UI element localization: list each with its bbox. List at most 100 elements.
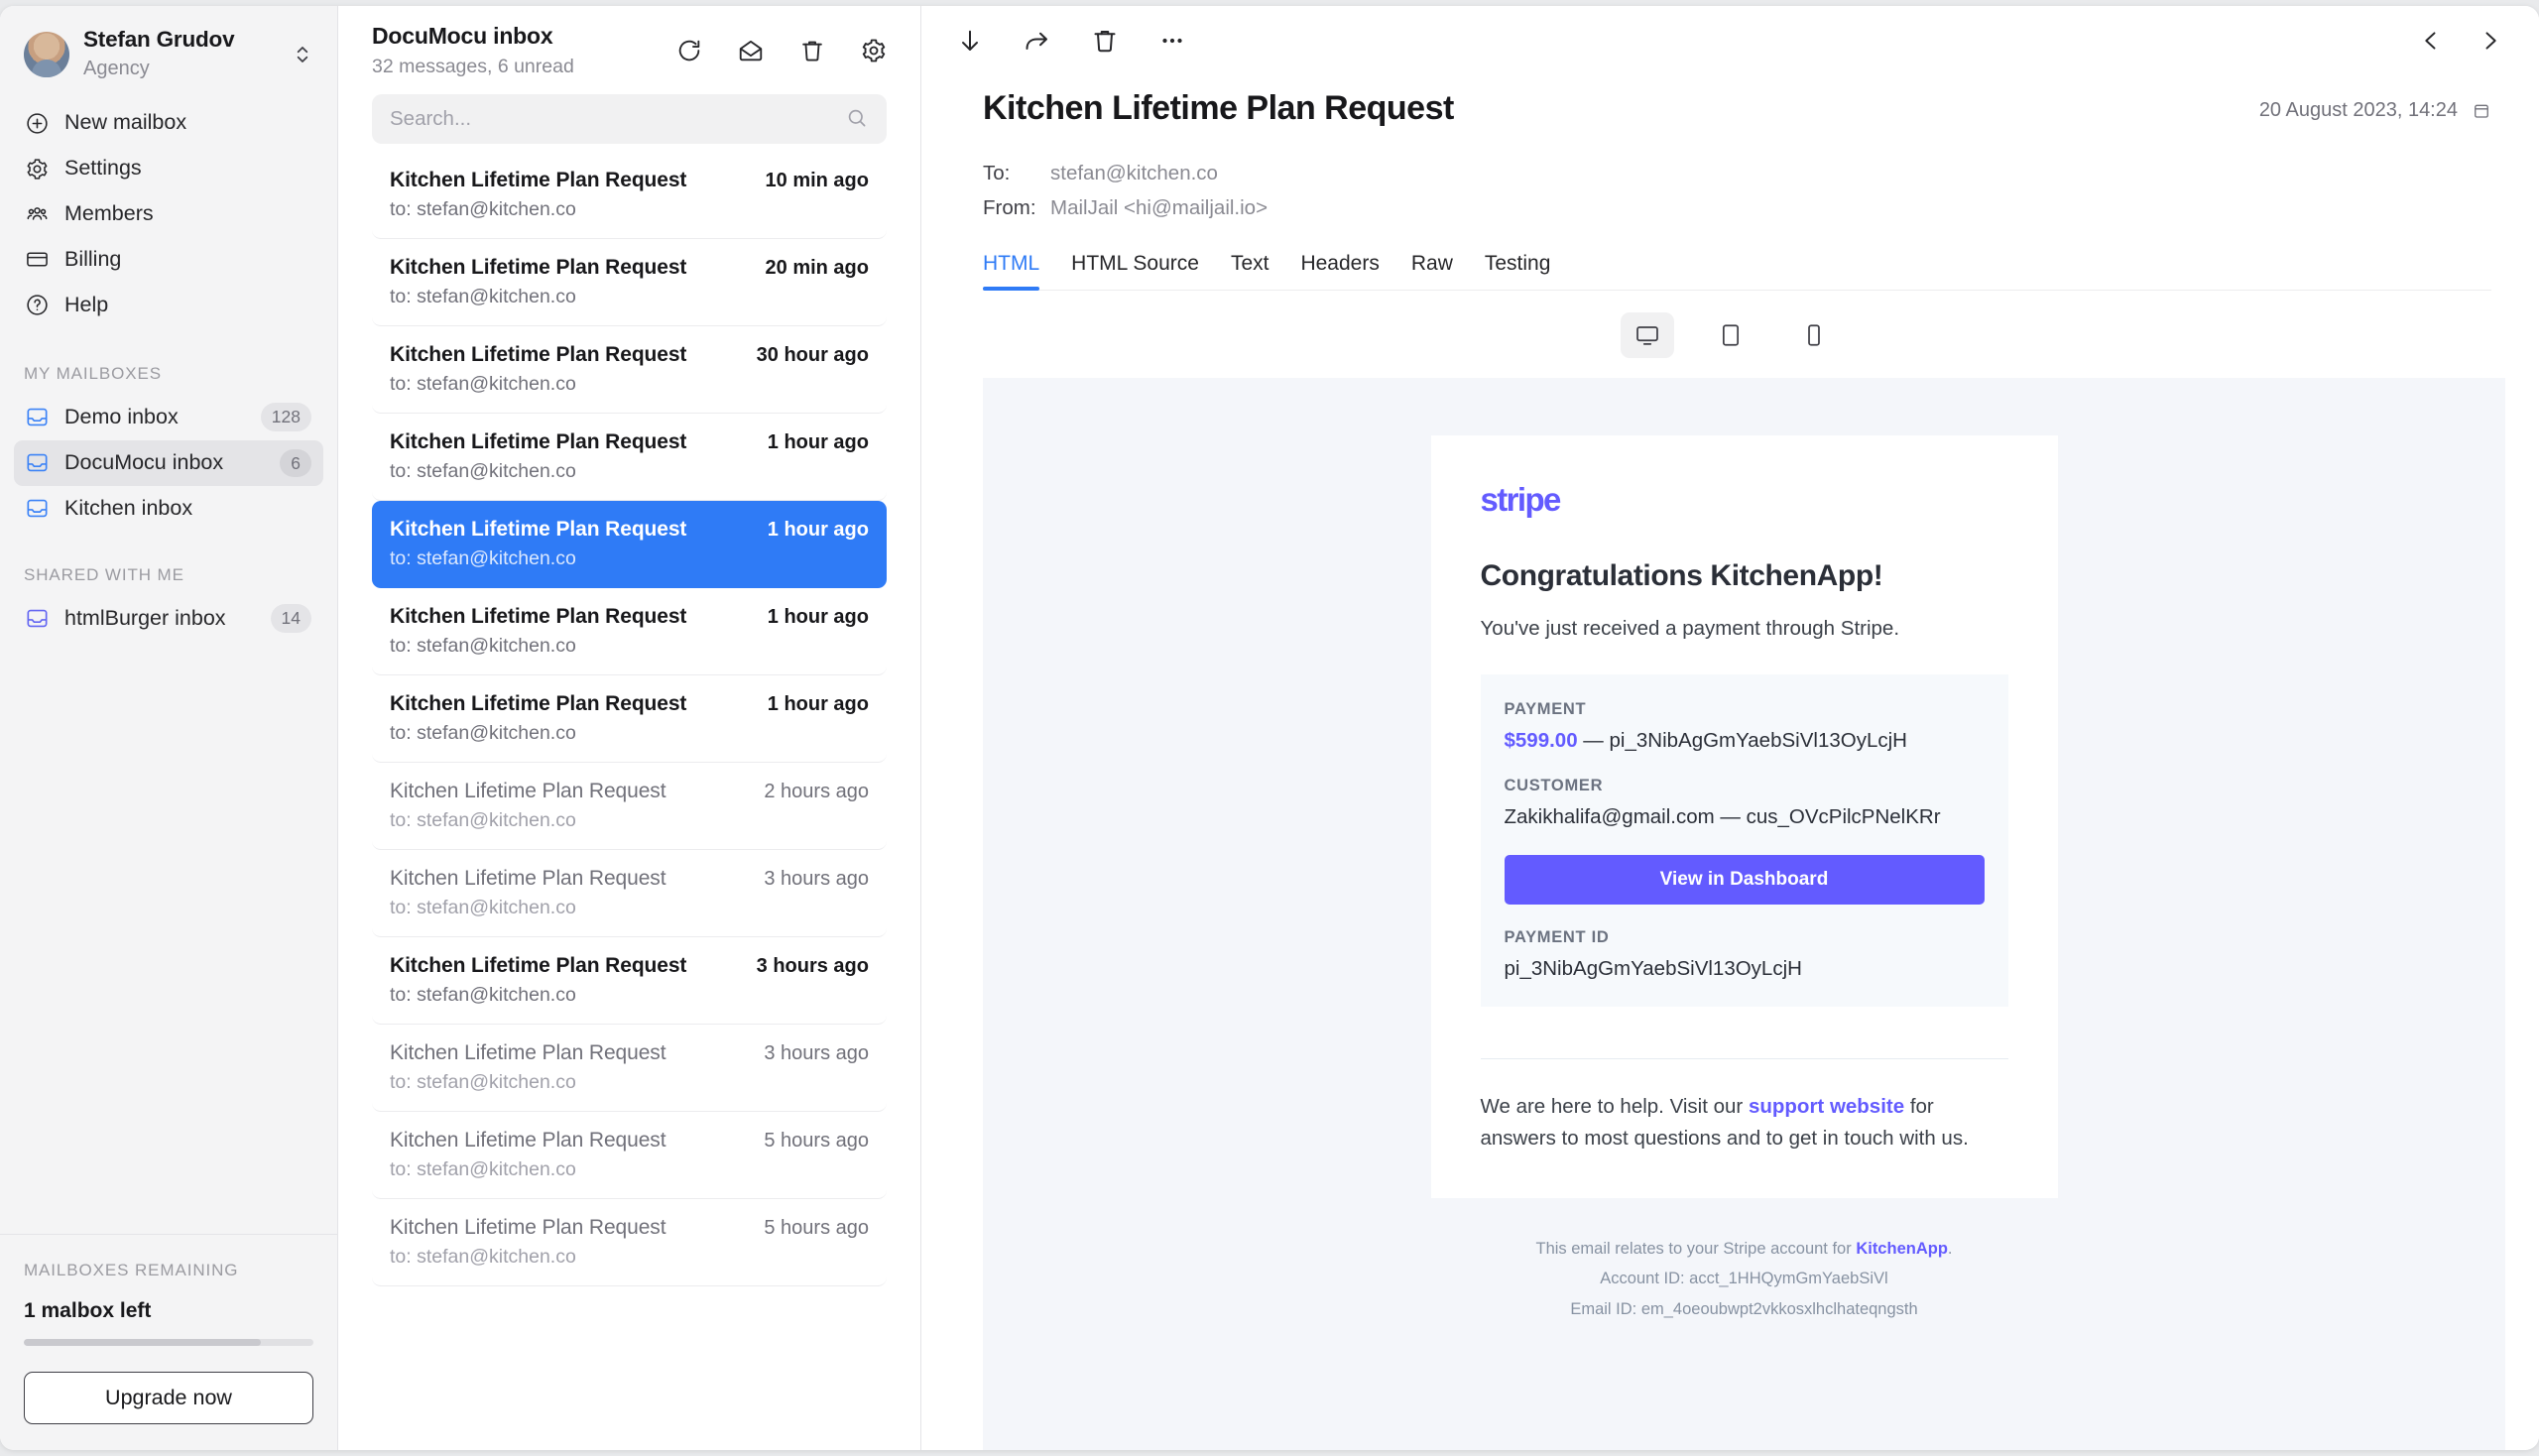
page-title: Kitchen Lifetime Plan Request	[983, 89, 1454, 127]
message-subject: Kitchen Lifetime Plan Request	[390, 691, 687, 715]
app-window: Stefan Grudov Agency New mailbox Setting…	[0, 6, 2539, 1450]
mobile-view-button[interactable]	[1787, 312, 1841, 358]
nav-item-new-mailbox[interactable]: New mailbox	[14, 100, 323, 146]
tab-text[interactable]: Text	[1231, 252, 1270, 290]
message-subject: Kitchen Lifetime Plan Request	[390, 429, 687, 453]
search-input[interactable]	[390, 106, 845, 131]
email-footer: This email relates to your Stripe accoun…	[1431, 1198, 2058, 1325]
nav-label: New mailbox	[64, 110, 187, 135]
from-label: From:	[983, 196, 1036, 220]
chevron-left-icon[interactable]	[2416, 26, 2446, 56]
nav-label: Settings	[64, 156, 142, 181]
message-recipient: to: stefan@kitchen.co	[390, 1245, 576, 1268]
forward-arrow-icon[interactable]	[1023, 26, 1052, 56]
inbox-icon	[24, 404, 50, 429]
payment-id-value: pi_3NibAgGmYaebSiVl13OyLcjH	[1504, 957, 1802, 981]
message-list-item[interactable]: Kitchen Lifetime Plan Request 3 hours ago…	[372, 937, 887, 1025]
tab-raw[interactable]: Raw	[1411, 252, 1453, 290]
payment-value: $599.00 — pi_3NibAgGmYaebSiVl13OyLcjH	[1505, 729, 1985, 753]
sidebar-item-demo-inbox[interactable]: Demo inbox 128	[14, 394, 323, 440]
sidebar-item-htmlburger-inbox[interactable]: htmlBurger inbox 14	[14, 595, 323, 642]
shared-mailboxes-list: htmlBurger inbox 14	[0, 595, 337, 642]
message-recipient: to: stefan@kitchen.co	[390, 546, 576, 569]
meta-row-to: To: stefan@kitchen.co	[983, 156, 2491, 191]
payment-details-box: PAYMENT $599.00 — pi_3NibAgGmYaebSiVl13O…	[1480, 674, 2008, 1008]
message-recipient: to: stefan@kitchen.co	[390, 285, 576, 307]
message-list-item[interactable]: Kitchen Lifetime Plan Request 20 min ago t…	[372, 239, 887, 326]
nav-item-billing[interactable]: Billing	[14, 237, 323, 283]
message-time: 3 hours ago	[756, 954, 869, 977]
message-list-item[interactable]: Kitchen Lifetime Plan Request 5 hours ago…	[372, 1112, 887, 1199]
message-subject: Kitchen Lifetime Plan Request	[390, 1215, 666, 1239]
nav-item-settings[interactable]: Settings	[14, 146, 323, 191]
arrow-down-icon[interactable]	[955, 26, 985, 56]
inbox-icon	[24, 606, 50, 632]
shared-with-me-label: SHARED WITH ME	[24, 565, 184, 585]
message-subject: Kitchen Lifetime Plan Request	[390, 779, 666, 802]
refresh-icon[interactable]	[674, 36, 704, 65]
inbox-icon	[24, 450, 50, 476]
footer-relates-line: This email relates to your Stripe accoun…	[1451, 1234, 2038, 1265]
search-box[interactable]	[372, 93, 887, 144]
chevron-right-icon[interactable]	[2476, 26, 2505, 56]
message-list-item[interactable]: Kitchen Lifetime Plan Request 30 hour ago…	[372, 326, 887, 414]
message-list-item[interactable]: Kitchen Lifetime Plan Request 1 hour ago t…	[372, 675, 887, 763]
sidebar-item-documocu-inbox[interactable]: DocuMocu inbox 6	[14, 439, 323, 487]
message-list-item[interactable]: Kitchen Lifetime Plan Request 2 hours ago…	[372, 763, 887, 850]
ellipsis-icon[interactable]	[1157, 26, 1187, 56]
message-subject: Kitchen Lifetime Plan Request	[390, 168, 687, 191]
sidebar-item-kitchen-inbox[interactable]: Kitchen inbox	[14, 486, 323, 530]
message-list-item[interactable]: Kitchen Lifetime Plan Request 10 min ago t…	[372, 152, 887, 239]
nav-item-members[interactable]: Members	[14, 191, 323, 237]
message-list-item[interactable]: Kitchen Lifetime Plan Request 1 hour ago t…	[372, 500, 887, 588]
mail-date: 20 August 2023, 14:24	[2259, 87, 2491, 122]
footer-relates-suffix: .	[1947, 1239, 1953, 1258]
plus-circle-icon	[24, 110, 50, 136]
question-circle-icon	[24, 293, 50, 318]
desktop-view-button[interactable]	[1620, 312, 1674, 359]
message-list-item[interactable]: Kitchen Lifetime Plan Request 3 hours ago…	[372, 1025, 887, 1112]
message-list[interactable]: Kitchen Lifetime Plan Request 10 min ago t…	[338, 152, 920, 1450]
message-recipient: to: stefan@kitchen.co	[390, 983, 576, 1006]
reader-toolbar	[921, 6, 2539, 69]
payment-amount: $599.00	[1504, 729, 1578, 753]
message-subject: Kitchen Lifetime Plan Request	[390, 255, 687, 279]
message-time: 30 hour ago	[756, 343, 869, 366]
mailboxes-remaining-panel: MAILBOXES REMAINING 1 malbox left Upgrad…	[0, 1234, 337, 1450]
from-value: MailJail <hi@mailjail.io>	[1050, 196, 1269, 220]
viewport-switcher	[921, 291, 2539, 378]
message-subject: Kitchen Lifetime Plan Request	[390, 1040, 666, 1064]
footer-account-id: Account ID: acct_1HHQymGmYaebSiVl	[1600, 1270, 1888, 1288]
support-website-link[interactable]: support website	[1749, 1095, 1904, 1118]
phone-icon	[1801, 322, 1827, 348]
message-list-item[interactable]: Kitchen Lifetime Plan Request 3 hours ago…	[372, 850, 887, 937]
message-list-header: DocuMocu inbox 32 messages, 6 unread	[338, 6, 920, 78]
gear-icon[interactable]	[859, 36, 889, 65]
account-switcher[interactable]: Stefan Grudov Agency	[0, 6, 337, 96]
message-list-item[interactable]: Kitchen Lifetime Plan Request 5 hours ago…	[372, 1199, 887, 1286]
message-list-item[interactable]: Kitchen Lifetime Plan Request 1 hour ago t…	[372, 588, 887, 675]
tab-html[interactable]: HTML	[983, 252, 1040, 292]
message-subject: Kitchen Lifetime Plan Request	[390, 517, 687, 541]
message-recipient: to: stefan@kitchen.co	[390, 1157, 576, 1180]
users-icon	[24, 201, 50, 227]
mailboxes-remaining-label: MAILBOXES REMAINING	[24, 1261, 239, 1279]
reader-header: Kitchen Lifetime Plan Request 20 August …	[921, 69, 2539, 292]
mailboxes-remaining-value: 1 malbox left	[24, 1299, 152, 1322]
nav-item-help[interactable]: Help	[14, 283, 323, 328]
upgrade-now-button[interactable]: Upgrade now	[24, 1372, 313, 1424]
open-envelope-icon[interactable]	[736, 36, 766, 65]
email-preview-frame: stripe Congratulations KitchenApp! You'v…	[983, 378, 2505, 1450]
message-time: 20 min ago	[765, 256, 869, 279]
trash-icon[interactable]	[1090, 26, 1120, 56]
tab-testing[interactable]: Testing	[1485, 252, 1551, 290]
view-in-dashboard-button[interactable]: View in Dashboard	[1504, 855, 1985, 906]
tablet-view-button[interactable]	[1704, 312, 1757, 358]
trash-icon[interactable]	[797, 36, 827, 65]
unread-badge: 6	[280, 448, 311, 478]
tab-headers[interactable]: Headers	[1300, 252, 1379, 290]
search-icon	[845, 106, 871, 132]
message-list-item[interactable]: Kitchen Lifetime Plan Request 1 hour ago t…	[372, 414, 887, 501]
tab-html-source[interactable]: HTML Source	[1071, 252, 1199, 290]
sidebar: Stefan Grudov Agency New mailbox Setting…	[0, 6, 338, 1450]
